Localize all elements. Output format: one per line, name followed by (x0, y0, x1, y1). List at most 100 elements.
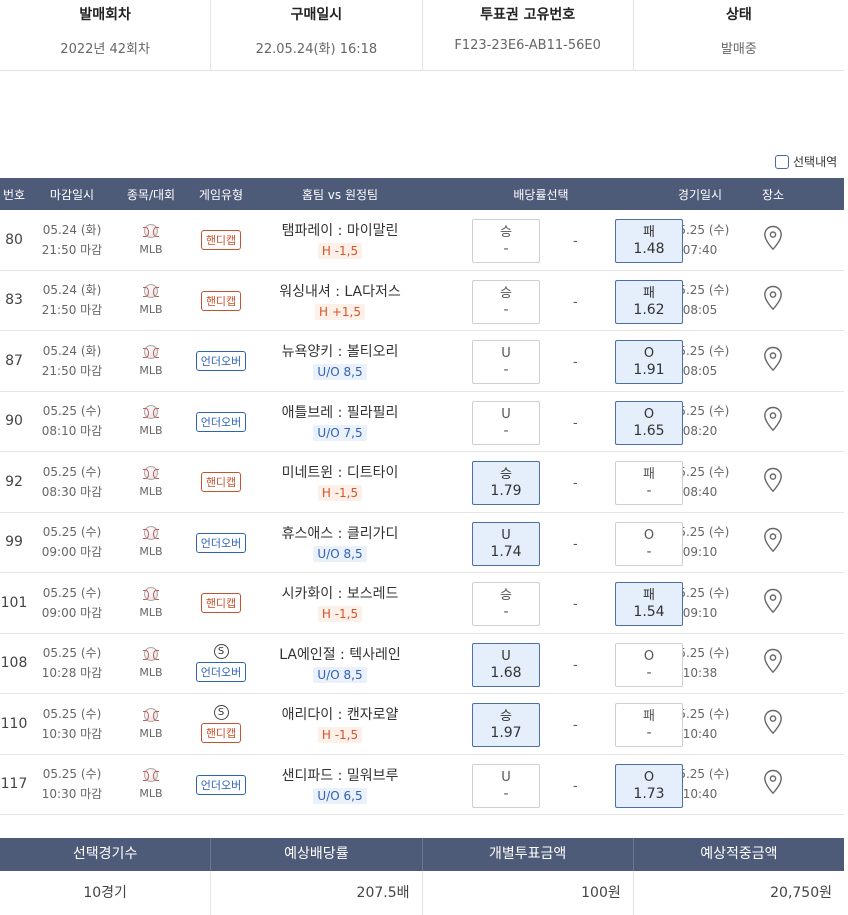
deadline-time: 08:30 마감 (41, 484, 103, 499)
odds-middle: - (573, 718, 578, 733)
header-date: 경기일시 (677, 187, 723, 202)
line-value: H -1,5 (317, 485, 363, 502)
status-label: 상태 (725, 7, 752, 23)
odds-right-button[interactable]: 패- (615, 461, 683, 505)
odds-middle: - (573, 476, 578, 491)
location-pin-icon[interactable] (763, 527, 783, 557)
table-row: 108 05.25 (수) 10:28 마감 MLB S 언더오버 LA에인절 : 텍사레인… (0, 634, 844, 694)
line-value: H -1,5 (317, 727, 363, 744)
game-number: 108 (0, 655, 28, 672)
odds-left-value: - (503, 785, 509, 802)
purchase-cell: 구매일시 22.05.24(화) 16:18 (211, 0, 423, 70)
odds-left-value: 1.68 (490, 664, 522, 681)
deadline-date: 05.24 (화) (42, 343, 102, 358)
round-cell: 발매회차 2022년 42회차 (0, 0, 212, 70)
matchup: 워싱내셔 : LA다저스 H +1,5 (256, 281, 424, 320)
sport: MLB (116, 284, 186, 316)
game-type-badge: 핸디캡 (200, 472, 242, 493)
home-team: 시카화이 (281, 586, 334, 603)
odds-right-button[interactable]: 패 1.48 (615, 219, 683, 263)
odds-selection: U 1.74- O - (424, 513, 683, 573)
deadline: 05.25 (수) 10:30 마감 (28, 764, 116, 804)
odds-right-button[interactable]: O 1.73 (615, 763, 683, 808)
sport: MLB (116, 586, 186, 619)
purchase-value: 22.05.24(화) 16:18 (255, 42, 378, 57)
game-type: 언더오버 (186, 532, 256, 553)
ticket-info: 발매회차 2022년 42회차 구매일시 22.05.24(화) 16:18 투… (0, 0, 844, 71)
location-pin-icon[interactable] (763, 225, 783, 255)
odds-right-button[interactable]: O 1.65 (615, 400, 683, 445)
teams: 샌디파드 : 밀워브루 (281, 767, 399, 784)
odds-left-button[interactable]: U 1.74 (472, 521, 540, 566)
line-value: U/O 8,5 (313, 666, 367, 683)
odds-middle: - (573, 657, 578, 673)
odds-left-label: U (501, 346, 511, 361)
odds-left-button[interactable]: 승- (472, 279, 540, 324)
odds-left-button[interactable]: 승- (472, 219, 540, 263)
odds-left-button[interactable]: U- (472, 763, 540, 808)
header-odds: 배당률선택 (513, 187, 569, 202)
location-pin-icon[interactable] (763, 769, 783, 799)
location-pin-icon[interactable] (763, 346, 783, 376)
venue (742, 346, 804, 376)
odds-left-value: 1.97 (490, 725, 522, 741)
deadline-time: 21:50 마감 (41, 242, 103, 257)
deadline-date: 05.25 (수) (42, 706, 102, 721)
away-team: 밀워브루 (346, 767, 399, 784)
line-value: H -1,5 (317, 243, 363, 260)
location-pin-icon[interactable] (763, 648, 783, 678)
location-pin-icon[interactable] (763, 467, 783, 497)
sport: MLB (116, 707, 186, 740)
matchup: 뉴욕양키 : 볼티오리 U/O 8,5 (256, 341, 424, 381)
odds-right-button[interactable]: 패- (615, 703, 683, 747)
odds-left-label: U (501, 769, 511, 785)
odds-right-button[interactable]: O- (615, 521, 683, 566)
summary-payout-label: 예상적중금액 (700, 846, 778, 862)
game-number: 101 (0, 594, 28, 611)
odds-left-label: U (501, 648, 511, 664)
odds-left-value: - (503, 241, 509, 257)
location-pin-icon[interactable] (763, 285, 783, 315)
sport: MLB (116, 223, 186, 256)
game-type: 핸디캡 (186, 471, 256, 493)
baseball-icon (143, 647, 159, 662)
select-history-toggle[interactable]: 선택내역 (775, 153, 837, 170)
home-team: LA에인절 (279, 646, 336, 663)
header-match: 홈팀 vs 원정팀 (301, 187, 379, 202)
location-pin-icon[interactable] (763, 709, 783, 739)
teams: 시카화이 : 보스레드 (281, 586, 399, 603)
odds-right-button[interactable]: 패 1.62 (615, 279, 683, 324)
odds-right-button[interactable]: O 1.91 (615, 340, 683, 384)
league-name: MLB (139, 363, 163, 377)
line-value: U/O 8,5 (313, 545, 367, 562)
home-team: 애리다이 (281, 707, 334, 724)
odds-right-button[interactable]: O- (615, 642, 683, 687)
location-pin-icon[interactable] (763, 588, 783, 618)
location-pin-icon[interactable] (763, 406, 783, 436)
odds-right-button[interactable]: 패 1.54 (615, 582, 683, 626)
teams: 애리다이 : 캔자로얄 (281, 707, 399, 724)
table-row: 90 05.25 (수) 08:10 마감 MLB 언더오버 애틀브레 : 필라필리 U/O… (0, 392, 844, 452)
deadline-date: 05.25 (수) (42, 767, 102, 782)
odds-left-button[interactable]: 승- (472, 582, 540, 626)
matchup: 탬파레이 : 마이말린 H -1,5 (256, 220, 424, 260)
odds-middle: - (573, 415, 578, 431)
venue (742, 769, 804, 799)
table-row: 80 05.24 (화) 21:50 마감 MLB 핸디캡 탬파레이 : 마이말린 H -1… (0, 210, 844, 271)
league-name: MLB (139, 424, 163, 438)
odds-left-button[interactable]: U- (472, 400, 540, 445)
teams: 애틀브레 : 필라필리 (281, 404, 399, 421)
odds-left-button[interactable]: 승 1.79 (472, 461, 540, 505)
odds-left-button[interactable]: U 1.68 (472, 642, 540, 687)
select-history-checkbox[interactable] (775, 154, 789, 169)
teams: 탬파레이 : 마이말린 (281, 223, 399, 240)
deadline-time: 21:50 마감 (41, 363, 103, 378)
deadline: 05.25 (수) 10:28 마감 (28, 643, 116, 683)
odds-middle: - (573, 597, 578, 612)
table-row: 83 05.24 (화) 21:50 마감 MLB 핸디캡 워싱내셔 : LA다저스 H +… (0, 271, 844, 331)
odds-left-button[interactable]: U- (472, 340, 540, 384)
odds-left-button[interactable]: 승 1.97 (472, 703, 540, 747)
game-type: 핸디캡 (186, 290, 256, 311)
line-value: U/O 6,5 (313, 787, 367, 804)
table-row: 117 05.25 (수) 10:30 마감 MLB 언더오버 샌디파드 : 밀워브루 U/… (0, 755, 844, 815)
